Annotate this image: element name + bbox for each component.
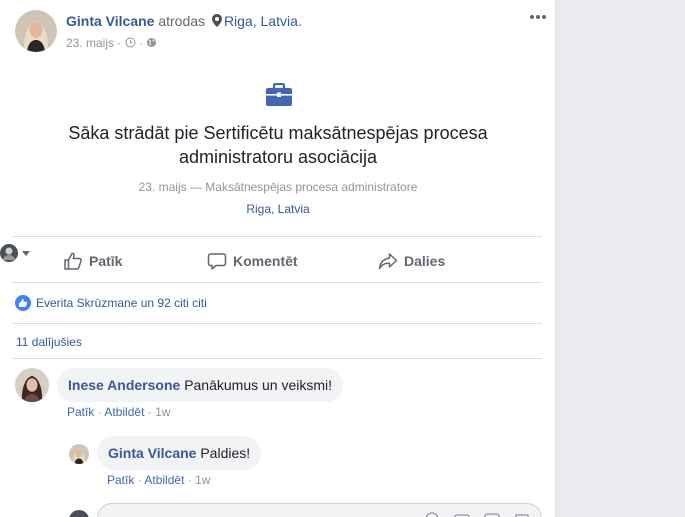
sticker-icon[interactable] — [514, 512, 530, 517]
comment-reply-link[interactable]: Atbildēt — [104, 405, 144, 419]
globe-icon[interactable] — [146, 37, 157, 48]
reply-avatar[interactable] — [69, 444, 89, 464]
share-button[interactable]: Dalies — [378, 249, 445, 273]
profile-avatar-icon — [0, 244, 18, 262]
action-bar: Patīk Komentēt Dalies — [0, 244, 555, 278]
reply-time[interactable]: 1w — [195, 473, 210, 487]
gif-icon[interactable] — [484, 512, 500, 517]
author-avatar[interactable] — [15, 10, 57, 52]
thumbs-up-icon — [64, 252, 82, 270]
share-icon — [378, 253, 398, 270]
comment-label: Komentēt — [233, 253, 298, 269]
meta-separator: · — [114, 36, 125, 50]
place-link[interactable]: Riga, Latvia. — [224, 13, 302, 29]
emoji-icon[interactable] — [424, 512, 440, 517]
reactions-text: Everita Skrūzmane un 92 citi citi — [36, 296, 207, 310]
comment-bubble: Inese Andersone Panākumus un veiksmi! — [57, 368, 344, 402]
reply-bubble: Ginta Vilcane Paldies! — [97, 436, 262, 470]
briefcase-icon — [266, 83, 292, 106]
life-event-location[interactable]: Riga, Latvia — [30, 202, 526, 216]
like-reaction-icon — [15, 295, 31, 311]
current-user-avatar — [69, 510, 89, 517]
reply-like-link[interactable]: Patīk — [107, 473, 134, 487]
comment-like-link[interactable]: Patīk — [67, 405, 94, 419]
share-label: Dalies — [404, 253, 446, 269]
life-event-subtitle: 23. maijs — Maksātnespējas procesa admin… — [138, 180, 418, 194]
divider — [12, 282, 542, 283]
location-pin-icon — [211, 14, 222, 27]
caret-down-icon — [22, 251, 30, 256]
comment-time[interactable]: 1w — [155, 405, 170, 419]
reactions-summary[interactable]: Everita Skrūzmane un 92 citi citi — [15, 295, 207, 311]
divider — [12, 323, 542, 324]
author-name[interactable]: Ginta Vilcane — [66, 13, 154, 29]
reply-input[interactable] — [97, 503, 542, 517]
post-meta: 23. maijs · · — [66, 36, 157, 50]
divider — [12, 358, 542, 359]
more-options-icon[interactable] — [528, 12, 548, 22]
post-header: Ginta Vilcane atrodas Riga, Latvia. — [66, 13, 302, 29]
like-label: Patīk — [89, 253, 123, 269]
commenter-avatar[interactable] — [15, 368, 49, 402]
post-card: Ginta Vilcane atrodas Riga, Latvia. 23. … — [0, 0, 556, 517]
comment-actions: Patīk · Atbildēt · 1w — [67, 405, 171, 419]
like-button[interactable]: Patīk — [63, 249, 122, 273]
header-verb: atrodas — [158, 13, 206, 29]
comment-button[interactable]: Komentēt — [207, 249, 298, 273]
divider — [12, 236, 542, 237]
meta-separator: · — [135, 36, 147, 50]
comment-text: Panākumus un veiksmi! — [184, 377, 333, 393]
shares-count[interactable]: 11 dalījušies — [16, 335, 82, 349]
reply-text: Paldies! — [200, 445, 251, 461]
post-date[interactable]: 23. maijs — [66, 36, 114, 50]
life-event-title: Sāka strādāt pie Sertificētu maksātnespē… — [68, 123, 488, 167]
reply-reply-link[interactable]: Atbildēt — [144, 473, 184, 487]
clock-icon — [125, 37, 136, 48]
comment-icon — [207, 253, 227, 270]
reply-actions: Patīk · Atbildēt · 1w — [107, 473, 211, 487]
page-background — [557, 0, 685, 517]
reply-author[interactable]: Ginta Vilcane — [108, 445, 196, 461]
comment-author[interactable]: Inese Andersone — [68, 377, 180, 393]
camera-icon[interactable] — [454, 512, 470, 517]
